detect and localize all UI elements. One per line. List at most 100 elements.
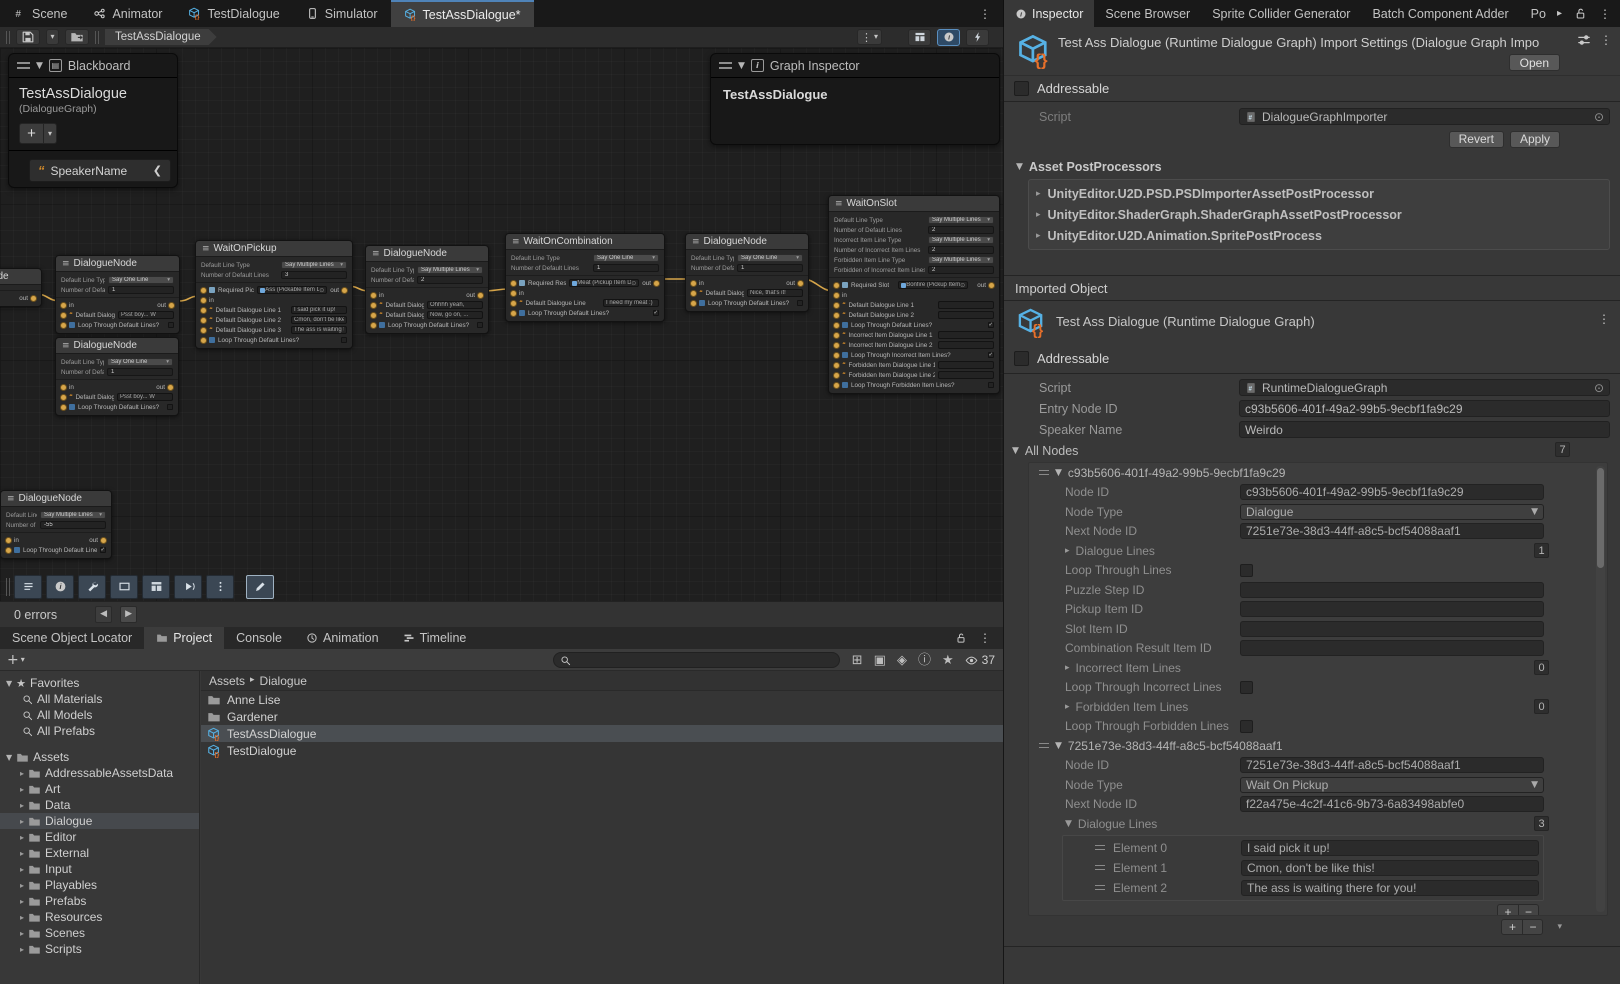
blackboard-property-speakername[interactable]: “ SpeakerName ❮ [29,159,171,182]
canvas-tool-wrench-button[interactable] [78,575,106,599]
graph-node-startnode-0[interactable]: ≡StartNodeertLaneout [0,268,42,307]
output-port-icon[interactable] [168,385,173,390]
node-checkbox[interactable] [988,322,995,329]
chevron-down-icon[interactable]: ▾ [21,656,25,664]
node-checkbox[interactable] [167,404,174,411]
node-field[interactable]: Meat (Pickup Item Data)⊙ [569,279,639,288]
lock-icon[interactable] [1574,7,1587,20]
port-icon[interactable] [834,353,839,358]
element-field[interactable]: The ass is waiting there for you! [1241,880,1539,896]
foldout-arrow-icon[interactable]: ▼ [6,679,12,688]
tree-folder-input[interactable]: ▸Input [0,861,199,877]
foldout-arrow-icon[interactable]: ▸ [20,817,24,826]
graph-canvas[interactable]: ≡StartNodeertLaneout ≡DialogueNodeDefault… [0,48,1003,601]
node-field[interactable]: I need my meat :) [603,299,659,308]
postprocessor-item[interactable]: ▸UnityEditor.ShaderGraph.ShaderGraphAsse… [1029,204,1609,225]
graph-node-dialoguenode-5[interactable]: ≡DialogueNodeDefault Line TypeSay One Li… [685,233,809,312]
node-checkbox[interactable] [653,310,660,317]
drag-handle-icon[interactable] [1095,885,1105,890]
foldout-arrow-icon[interactable]: ▸ [20,929,24,938]
editor-tab-scene[interactable]: #Scene [0,0,80,27]
foldout-arrow-icon[interactable]: ▸ [1065,663,1070,673]
output-port[interactable]: out [157,302,174,309]
node-checkbox[interactable] [100,547,107,554]
foldout-arrow-icon[interactable]: ▸ [20,897,24,906]
prev-error-button[interactable]: ◀ [95,606,112,623]
scrollbar-thumb[interactable] [1597,468,1604,568]
graph-node-waitonpickup-2[interactable]: ≡WaitOnPickupDefault Line TypeSay Multip… [195,240,353,349]
tree-favorites-header[interactable]: ▼★Favorites [0,675,199,691]
view-toggle-bolt-button[interactable] [966,29,989,46]
blackboard-header[interactable]: ▼ ▤ Blackboard [9,54,177,78]
drag-handle-icon[interactable] [719,62,732,69]
apply-button[interactable]: Apply [1510,131,1560,148]
output-port[interactable]: out [330,287,347,294]
bottom-tab-project[interactable]: Project [144,627,224,649]
foldout-arrow-icon[interactable]: ▸ [20,785,24,794]
port-icon[interactable] [511,311,516,316]
port-icon[interactable] [201,338,206,343]
tree-assets-root[interactable]: ▼Assets [0,749,199,765]
canvas-tool-pen-button[interactable] [246,575,274,599]
node-checkbox[interactable] [988,352,995,359]
add-element-button[interactable]: + [1498,905,1518,916]
port-icon[interactable] [834,283,839,288]
object-picker-icon[interactable]: ⊙ [1594,381,1604,395]
inspector-tab-inspector[interactable]: iInspector [1004,0,1094,27]
port-icon[interactable] [201,308,206,313]
graph-node-waitonslot-6[interactable]: ≡WaitOnSlotDefault Line TypeSay Multiple… [828,195,1000,394]
foldout-arrow-icon[interactable]: ▸ [1065,702,1070,712]
drag-handle-icon[interactable] [17,62,30,69]
tree-folder-dialogue[interactable]: ▸Dialogue [0,813,199,829]
graph-node-dialoguenode-7[interactable]: ≡DialogueNodeDefault Line TypeSay One Li… [55,337,179,416]
input-port-icon[interactable] [834,293,839,298]
favorite-star-icon[interactable]: ★ [942,654,954,667]
project-search[interactable] [553,652,840,668]
output-port[interactable]: out [156,384,173,391]
hidden-count[interactable]: 37 [965,653,995,667]
node-title[interactable]: ≡DialogueNode [56,256,179,272]
tree-folder-scenes[interactable]: ▸Scenes [0,925,199,941]
toolbar-grip[interactable] [6,578,10,596]
tree-folder-external[interactable]: ▸External [0,845,199,861]
canvas-tool-layout-button[interactable] [142,575,170,599]
next-error-button[interactable]: ▶ [120,606,137,623]
asset-item-gardener[interactable]: Gardener [201,708,1003,725]
node-input[interactable]: 1 [593,264,659,273]
asset-item-testdialogue[interactable]: {}TestDialogue [201,742,1003,759]
output-port-icon[interactable] [342,288,347,293]
node-input[interactable]: 2 [928,246,994,255]
node-group-header[interactable]: ▼7251e73e-38d3-44ff-a8c5-bcf54088aaf1 [1029,736,1607,756]
remove-element-button[interactable]: − [1518,905,1538,916]
tree-folder-resources[interactable]: ▸Resources [0,909,199,925]
node-field[interactable] [938,361,994,370]
property-dropdown[interactable]: Dialogue▼ [1240,504,1544,520]
show-in-project-button[interactable] [65,29,89,45]
tree-folder-addressableassetsdata[interactable]: ▸AddressableAssetsData [0,765,199,781]
foldout-arrow-icon[interactable]: ▸ [20,913,24,922]
graph-menu-button[interactable]: ⋮▾ [857,29,882,45]
tab-overflow-icon[interactable]: ▸ [1557,9,1562,19]
all-nodes-row[interactable]: ▼ All Nodes 7 [1004,440,1620,461]
foldout-arrow-icon[interactable]: ▸ [20,881,24,890]
property-field[interactable]: f22a475e-4c2f-41c6-9b73-6a83498abfe0 [1240,796,1544,812]
port-icon[interactable] [834,303,839,308]
inspector-tab-batch-component-adder[interactable]: Batch Component Adder [1361,0,1519,27]
graph-node-dialoguenode-8[interactable]: ≡DialogueNodeDefault Line TypeSay Multip… [0,490,112,559]
foldout-arrow-icon[interactable]: ▼ [1012,446,1019,456]
node-field[interactable] [938,311,994,320]
port-icon[interactable] [6,548,11,553]
search-input[interactable] [575,654,833,666]
foldout-arrow-icon[interactable]: ▼ [1055,741,1062,751]
object-picker-icon[interactable]: ⊙ [319,287,324,294]
input-port-icon[interactable] [691,281,696,286]
port-icon[interactable] [371,313,376,318]
object-picker-icon[interactable]: ⊙ [960,282,965,289]
editor-tab-testassdialogue[interactable]: {}TestAssDialogue* [391,0,534,27]
node-field[interactable]: Psst boy... W [118,311,174,320]
node-dropdown[interactable]: Say Multiple Lines▾ [928,236,994,245]
property-field[interactable] [1240,582,1544,598]
element-field[interactable]: Cmon, don't be like this! [1241,860,1539,876]
inspector-tab-scene-browser[interactable]: Scene Browser [1094,0,1201,27]
output-port-icon[interactable] [101,538,106,543]
